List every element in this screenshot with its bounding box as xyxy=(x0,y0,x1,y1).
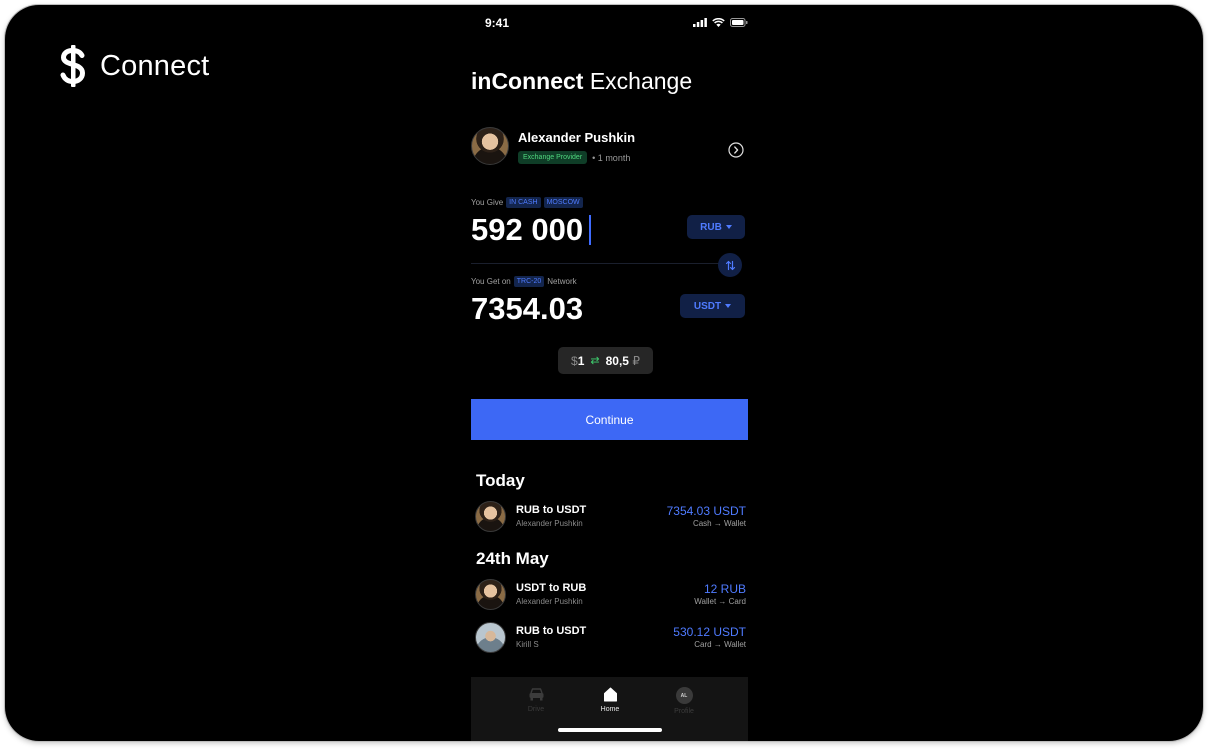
swap-vertical-icon xyxy=(725,260,735,270)
rate-right-symbol: ₽ xyxy=(632,353,640,368)
transaction-row[interactable]: RUB to USDT Kirill S 530.12 USDT Card → … xyxy=(475,622,746,654)
get-network-word: Network xyxy=(547,277,577,286)
provider-tenure: • 1 month xyxy=(592,152,631,163)
title-bold: inConnect xyxy=(471,68,584,94)
give-amount-value: 592 000 xyxy=(471,212,584,247)
transaction-flow: Card → Wallet xyxy=(694,640,746,649)
app-frame: Connect 9:41 inConnect Exchange Alexande xyxy=(5,5,1203,741)
car-icon xyxy=(529,688,543,701)
transaction-title: RUB to USDT xyxy=(516,504,587,516)
swap-currencies-button[interactable] xyxy=(718,253,742,277)
tab-drive-label: Drive xyxy=(527,706,545,713)
divider xyxy=(471,263,721,264)
transaction-amount: 12 RUB xyxy=(703,582,746,596)
home-icon xyxy=(603,687,617,702)
get-label: You Get on xyxy=(471,277,511,286)
give-currency-dropdown[interactable]: RUB xyxy=(687,215,745,239)
text-caret xyxy=(589,215,592,245)
transaction-amount: 530.12 USDT xyxy=(673,625,746,639)
continue-button[interactable]: Continue xyxy=(471,399,748,440)
rate-left-value: 1 xyxy=(577,353,585,368)
transaction-avatar xyxy=(475,579,506,610)
get-amount-value: 7354.03 xyxy=(471,291,584,326)
status-time: 9:41 xyxy=(485,16,510,30)
transaction-subtitle: Kirill S xyxy=(516,640,539,649)
get-network-tag: TRC-20 xyxy=(513,276,545,287)
title-rest: Exchange xyxy=(583,68,693,94)
page-title: inConnect Exchange xyxy=(471,68,692,95)
home-indicator xyxy=(558,728,662,732)
give-amount-input[interactable]: 592 000 xyxy=(471,212,592,248)
caret-down-icon xyxy=(725,304,732,308)
rate-right: 80,5 ₽ xyxy=(606,354,640,368)
get-label-row: You Get on TRC-20 Network xyxy=(471,276,577,287)
brand: Connect xyxy=(60,45,209,87)
wifi-icon xyxy=(712,18,725,27)
tab-home[interactable]: Home xyxy=(580,687,640,713)
status-icons xyxy=(693,18,748,27)
brand-name: Connect xyxy=(100,49,210,82)
transaction-avatar xyxy=(475,622,506,653)
rate-right-value: 80,5 xyxy=(605,353,629,368)
transaction-subtitle: Alexander Pushkin xyxy=(516,597,583,606)
rate-left: $1 xyxy=(571,354,584,368)
give-tag-city: MOSCOW xyxy=(543,197,583,208)
transaction-title: RUB to USDT xyxy=(516,625,587,637)
provider-name: Alexander Pushkin xyxy=(518,130,636,145)
cellular-signal-icon xyxy=(693,18,707,27)
transaction-amount: 7354.03 USDT xyxy=(666,504,746,518)
tab-home-label: Home xyxy=(600,706,620,713)
transaction-avatar xyxy=(475,501,506,532)
exchange-rate-pill: $1 ⇄ 80,5 ₽ xyxy=(558,347,653,374)
give-label: You Give xyxy=(471,198,504,207)
tab-drive[interactable]: Drive xyxy=(506,687,566,713)
tab-profile-label: Profile xyxy=(674,708,694,715)
rate-left-symbol: $ xyxy=(571,353,578,368)
provider-meta: Exchange Provider • 1 month xyxy=(518,151,630,164)
profile-avatar: AL xyxy=(675,687,693,704)
chevron-right-circle-icon[interactable] xyxy=(728,142,744,158)
section-title-date: 24th May xyxy=(476,549,549,568)
give-currency-label: RUB xyxy=(700,221,722,233)
transaction-subtitle: Alexander Pushkin xyxy=(516,519,583,528)
transaction-row[interactable]: RUB to USDT Alexander Pushkin 7354.03 US… xyxy=(475,501,746,533)
provider-card[interactable]: Alexander Pushkin Exchange Provider • 1 … xyxy=(471,127,748,167)
transaction-row[interactable]: USDT to RUB Alexander Pushkin 12 RUB Wal… xyxy=(475,579,746,611)
battery-icon xyxy=(730,18,748,27)
transaction-title: USDT to RUB xyxy=(516,582,587,594)
caret-down-icon xyxy=(725,225,732,229)
phone-screen: 9:41 inConnect Exchange Alexander Pushki… xyxy=(471,5,748,741)
give-label-row: You Give IN CASH MOSCOW xyxy=(471,197,583,208)
get-currency-dropdown[interactable]: USDT xyxy=(680,294,745,318)
provider-avatar xyxy=(471,127,509,165)
section-title-today: Today xyxy=(476,471,525,490)
get-currency-label: USDT xyxy=(693,300,722,312)
provider-badge: Exchange Provider xyxy=(518,151,588,164)
transaction-flow: Cash → Wallet xyxy=(692,519,746,528)
exchange-arrows-icon: ⇄ xyxy=(590,355,600,367)
dollar-icon xyxy=(60,45,86,87)
tab-bar: Drive Home AL Profile xyxy=(471,677,748,741)
transaction-flow: Wallet → Card xyxy=(694,597,746,606)
tab-profile[interactable]: AL Profile xyxy=(654,687,714,715)
give-tag-cash: IN CASH xyxy=(506,197,541,208)
